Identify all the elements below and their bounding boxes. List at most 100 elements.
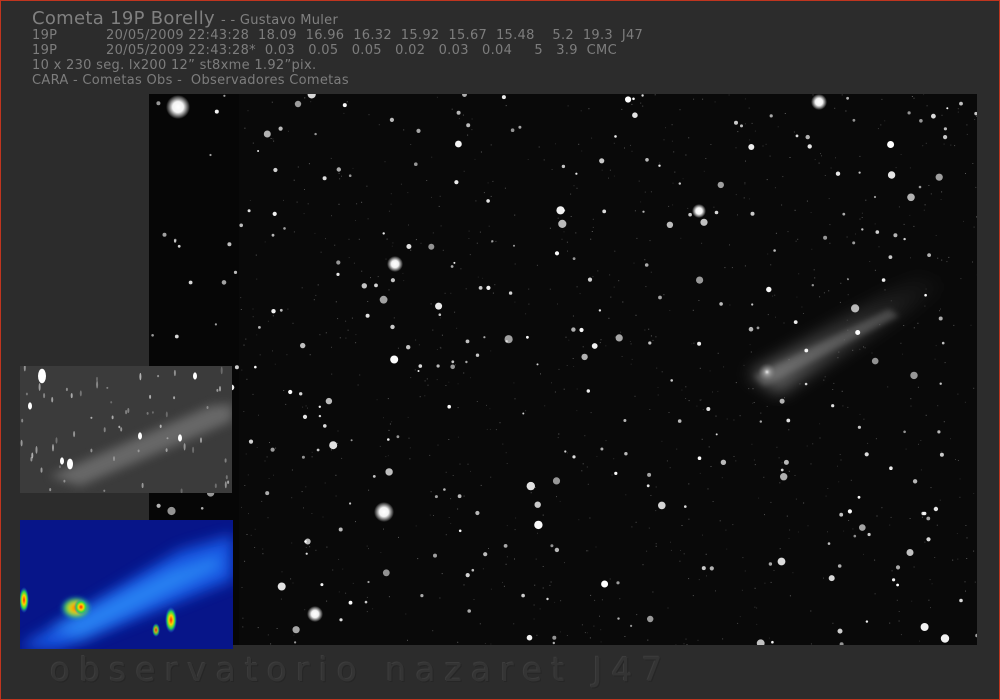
inset-speck [20, 439, 23, 447]
noise-speck [256, 334, 258, 336]
star [903, 237, 906, 241]
star [504, 335, 513, 344]
noise-speck [403, 280, 405, 282]
inset-speck [159, 424, 162, 428]
noise-speck [343, 112, 345, 114]
star [294, 641, 297, 644]
star [918, 185, 922, 189]
noise-speck [551, 169, 553, 170]
noise-speck [578, 519, 580, 521]
star [336, 260, 341, 265]
inset-speck [183, 443, 186, 451]
star [853, 534, 857, 538]
noise-speck [317, 284, 319, 286]
star [924, 293, 927, 297]
noise-speck [505, 563, 507, 565]
star [257, 150, 260, 152]
noise-speck [376, 399, 378, 401]
noise-speck [965, 525, 967, 526]
noise-speck [647, 639, 649, 641]
noise-speck [713, 206, 715, 208]
noise-speck [618, 280, 620, 282]
noise-speck [765, 143, 767, 145]
noise-speck [842, 405, 844, 407]
noise-speck [432, 329, 434, 331]
noise-speck [379, 445, 381, 447]
star [233, 270, 238, 274]
noise-speck [717, 352, 719, 354]
noise-speck [355, 220, 356, 221]
noise-speck [506, 556, 508, 558]
noise-speck [535, 558, 537, 560]
noise-speck [715, 590, 716, 592]
noise-speck [356, 203, 358, 205]
star [451, 360, 455, 364]
noise-speck [549, 288, 551, 290]
star [227, 242, 232, 247]
noise-speck [685, 638, 687, 640]
star [374, 283, 378, 288]
star [510, 128, 515, 132]
noise-speck [584, 632, 586, 634]
noise-speck [445, 385, 447, 386]
inset-speck [225, 475, 228, 480]
star [325, 397, 333, 405]
noise-speck [561, 238, 563, 240]
noise-speck [773, 570, 775, 571]
star [279, 308, 283, 312]
noise-speck [563, 231, 565, 233]
inset-speck [192, 446, 195, 454]
noise-speck [565, 336, 567, 338]
star [786, 418, 791, 423]
inset-speck [214, 483, 217, 489]
noise-speck [821, 155, 822, 157]
noise-speck [837, 465, 838, 467]
noise-speck [549, 584, 551, 586]
star [842, 212, 846, 216]
noise-speck [319, 334, 321, 336]
noise-speck [355, 334, 357, 336]
noise-speck [390, 193, 392, 195]
noise-speck [655, 486, 657, 488]
star [450, 265, 454, 268]
noise-speck [325, 332, 327, 334]
noise-speck [960, 278, 962, 280]
noise-speck [701, 438, 703, 440]
noise-speck [900, 154, 902, 155]
noise-speck [270, 138, 272, 139]
noise-speck [393, 317, 395, 319]
noise-speck [254, 528, 256, 530]
noise-speck [655, 336, 657, 338]
noise-speck [930, 487, 932, 489]
noise-speck [262, 553, 264, 555]
noise-speck [770, 501, 772, 503]
star [903, 430, 906, 434]
star [773, 249, 776, 252]
noise-speck [415, 525, 417, 527]
noise-speck [590, 238, 592, 240]
noise-speck [957, 108, 959, 110]
star [339, 618, 343, 622]
noise-speck [540, 373, 541, 375]
star [766, 286, 772, 293]
noise-speck [636, 614, 638, 616]
star [697, 341, 702, 346]
noise-speck [269, 442, 270, 443]
noise-speck [775, 316, 776, 318]
noise-speck [937, 405, 939, 407]
noise-speck [767, 314, 769, 316]
noise-speck [636, 237, 638, 239]
noise-speck [441, 573, 443, 575]
noise-speck [973, 387, 975, 389]
noise-speck [490, 643, 492, 645]
noise-speck [921, 516, 923, 518]
star [561, 164, 566, 169]
star [923, 511, 927, 516]
star [805, 134, 810, 140]
star [387, 438, 390, 441]
noise-speck [756, 623, 758, 625]
noise-speck [812, 94, 814, 96]
noise-speck [832, 622, 834, 624]
noise-speck [476, 242, 478, 244]
noise-speck [936, 524, 938, 526]
